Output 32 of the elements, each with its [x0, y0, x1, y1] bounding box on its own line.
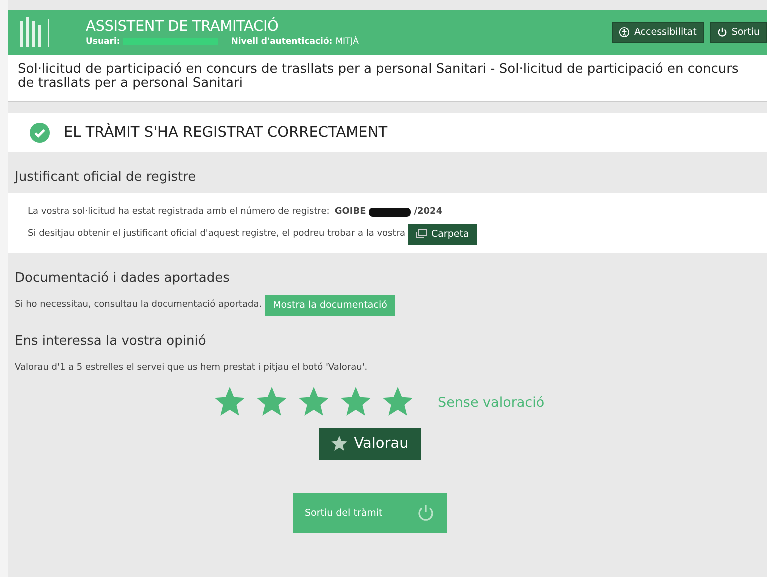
rating-instructions: Valorau d'1 a 5 estrelles el servei que us hem prestat i pitjau el botó 'Valorau'.	[14, 362, 369, 375]
folder-text: Si desitjau obtenir el justificant oficial d'aquest registre, el podreu trobar a la vostra	[28, 229, 406, 239]
accessibility-icon	[619, 27, 630, 38]
registration-suffix: /2024	[414, 207, 443, 217]
accessibility-button[interactable]: Accessibilitat	[612, 22, 704, 43]
documentation-text: Si ho necessitau, consultau la documentació aportada.	[15, 300, 262, 310]
star-icon[interactable]	[340, 387, 372, 418]
app-title: ASSISTENT DE TRAMITACIÓ	[86, 18, 280, 34]
rating-status: Sense valoració	[438, 394, 545, 410]
registration-prefix: GOIBE	[334, 207, 366, 217]
check-circle-icon	[30, 122, 50, 142]
star-icon[interactable]	[256, 387, 288, 418]
star-icon[interactable]	[298, 387, 330, 418]
section-heading: Documentació i dades aportades	[14, 270, 231, 288]
rate-button[interactable]: Valorau	[319, 428, 421, 460]
star-icon[interactable]	[214, 387, 246, 418]
procedure-title: Sol·licitud de participació en concurs de trasllats per a personal Sanitari - Sol·licitud de participació en concurs de trasllats per a personal Sanitari	[8, 55, 767, 102]
auth-level: MITJÀ	[336, 36, 359, 46]
power-icon	[716, 27, 728, 38]
user-label: Usuari:	[86, 36, 120, 46]
success-message: EL TRÀMIT S'HA REGISTRAT CORRECTAMENT	[64, 124, 388, 140]
copy-icon	[416, 229, 428, 239]
redaction-mark	[369, 208, 412, 216]
logout-button[interactable]: Sortiu	[710, 22, 767, 43]
section-heading: Ens interessa la vostra opinió	[14, 333, 208, 351]
registration-text: La vostra sol·licitud ha estat registrada amb el número de registre:	[28, 207, 330, 217]
star-icon[interactable]	[382, 387, 414, 418]
auth-label: Nivell d'autenticació:	[231, 36, 333, 46]
section-heading: Justificant oficial de registre	[13, 169, 198, 187]
power-icon	[417, 504, 435, 522]
folder-button[interactable]: Carpeta	[408, 224, 478, 244]
star-icon	[331, 436, 348, 452]
